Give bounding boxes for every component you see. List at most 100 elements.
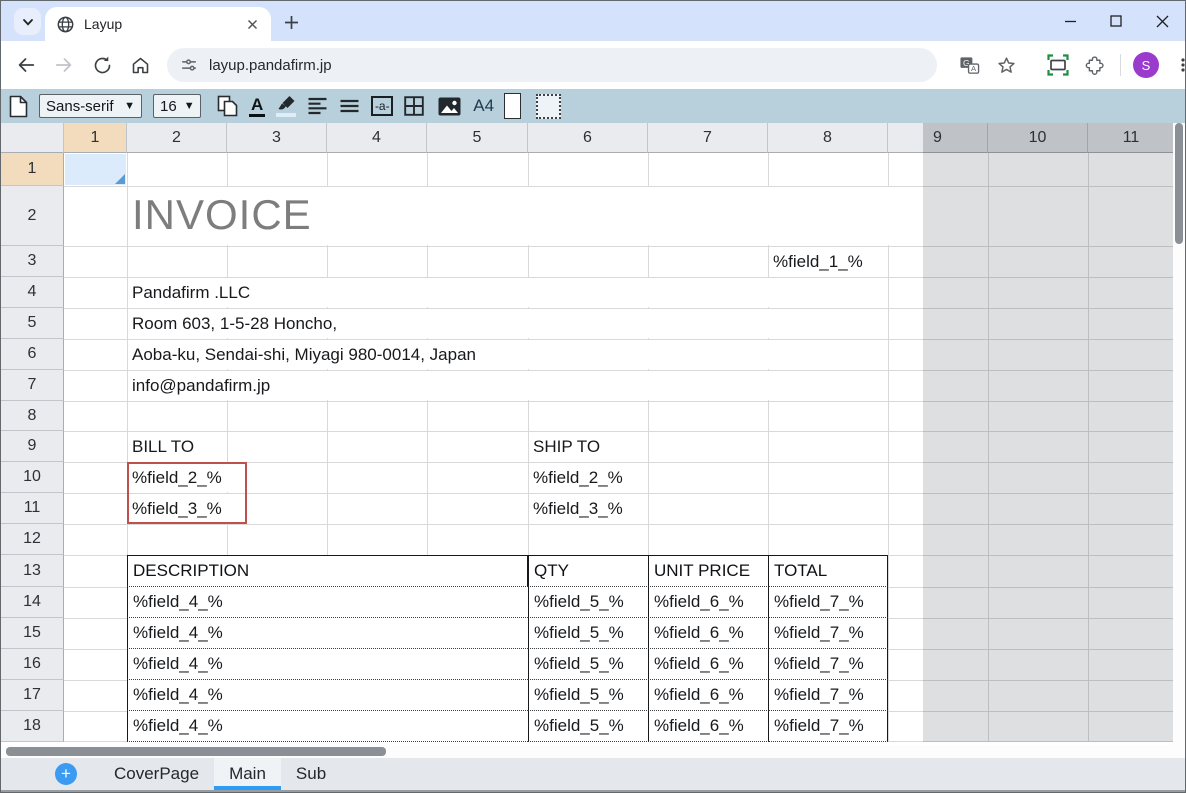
extensions-button[interactable] [1082,52,1108,78]
row-header-10[interactable]: 10 [1,462,64,493]
text-fit-button[interactable]: -a- [371,96,393,116]
line-unit-price-cell[interactable]: %field_6_% [648,680,769,711]
font-family-select[interactable]: Sans-serif ▼ [39,94,142,118]
borders-button[interactable] [404,96,424,116]
vertical-scrollbar[interactable] [1173,123,1185,745]
col-header-7[interactable]: 7 [648,123,768,153]
tab-close-button[interactable] [243,15,261,33]
row-header-7[interactable]: 7 [1,370,64,401]
address-bar[interactable]: layup.pandafirm.jp [167,48,937,82]
line-total-cell[interactable]: %field_7_% [768,649,888,680]
col-header-2[interactable]: 2 [127,123,227,153]
reload-button[interactable] [89,52,115,78]
sheet-tab-coverpage[interactable]: CoverPage [99,758,214,790]
ship-field-3-cell[interactable]: %field_3_% [529,494,647,523]
home-button[interactable] [127,52,153,78]
corner-cell[interactable] [1,123,64,153]
horizontal-scrollbar[interactable] [1,745,1185,758]
print-area-button[interactable] [536,94,561,119]
font-size-select[interactable]: 16 ▼ [153,94,201,118]
url-text[interactable]: layup.pandafirm.jp [209,57,332,74]
email-cell[interactable]: info@pandafirm.jp [128,371,886,400]
table-header-total[interactable]: TOTAL [768,555,888,587]
cell-handle-icon[interactable] [115,174,125,184]
row-header-17[interactable]: 17 [1,680,64,711]
row-header-12[interactable]: 12 [1,524,64,555]
browser-menu-button[interactable] [1170,52,1186,78]
row-header-15[interactable]: 15 [1,618,64,649]
row-header-11[interactable]: 11 [1,493,64,524]
col-header-3[interactable]: 3 [227,123,327,153]
new-tab-button[interactable] [279,10,303,34]
line-description-cell[interactable]: %field_4_% [127,587,528,618]
vertical-align-button[interactable] [339,99,360,113]
col-header-5[interactable]: 5 [427,123,528,153]
align-button[interactable] [307,97,328,115]
translate-button[interactable]: G A [956,52,982,78]
row-header-13[interactable]: 13 [1,555,64,587]
back-button[interactable] [13,52,39,78]
copy-format-button[interactable] [217,95,238,117]
new-page-button[interactable] [9,95,28,118]
close-window-button[interactable] [1139,1,1185,41]
table-header-qty[interactable]: QTY [528,555,649,587]
address-line2-cell[interactable]: Aoba-ku, Sendai-shi, Miyagi 980-0014, Ja… [128,340,886,369]
line-description-cell[interactable]: %field_4_% [127,618,528,649]
line-unit-price-cell[interactable]: %field_6_% [648,649,769,680]
line-description-cell[interactable]: %field_4_% [127,711,528,742]
sheet-tab-main[interactable]: Main [214,758,281,790]
sheet-tab-sub[interactable]: Sub [281,758,341,790]
ship-to-label-cell[interactable]: SHIP TO [529,432,647,461]
profile-avatar[interactable]: S [1133,52,1159,78]
line-total-cell[interactable]: %field_7_% [768,680,888,711]
browser-tab[interactable]: Layup [45,7,271,41]
row-header-18[interactable]: 18 [1,711,64,742]
line-qty-cell[interactable]: %field_5_% [528,680,649,711]
insert-image-button[interactable] [438,97,461,116]
row-header-16[interactable]: 16 [1,649,64,680]
line-total-cell[interactable]: %field_7_% [768,711,888,742]
line-unit-price-cell[interactable]: %field_6_% [648,587,769,618]
table-header-description[interactable]: DESCRIPTION [127,555,528,587]
col-header-6[interactable]: 6 [528,123,648,153]
line-qty-cell[interactable]: %field_5_% [528,587,649,618]
screenshot-extension-button[interactable] [1045,52,1071,78]
page-orientation-button[interactable] [504,93,521,119]
address-line1-cell[interactable]: Room 603, 1-5-28 Honcho, [128,309,886,338]
forward-button[interactable] [51,52,77,78]
vertical-scrollbar-thumb[interactable] [1175,123,1183,244]
fill-color-button[interactable] [276,95,296,117]
paper-size-label[interactable]: A4 [473,96,494,116]
line-description-cell[interactable]: %field_4_% [127,680,528,711]
company-name-cell[interactable]: Pandafirm .LLC [128,278,886,307]
tab-search-button[interactable] [14,8,41,35]
line-qty-cell[interactable]: %field_5_% [528,649,649,680]
add-sheet-button[interactable]: + [55,763,77,785]
line-qty-cell[interactable]: %field_5_% [528,711,649,742]
field-selection-box[interactable] [127,462,247,524]
line-total-cell[interactable]: %field_7_% [768,618,888,649]
row-header-5[interactable]: 5 [1,308,64,339]
ship-field-2-cell[interactable]: %field_2_% [529,463,647,492]
row-header-14[interactable]: 14 [1,587,64,618]
col-header-1[interactable]: 1 [64,123,127,153]
col-header-8[interactable]: 8 [768,123,888,153]
line-unit-price-cell[interactable]: %field_6_% [648,618,769,649]
bill-to-label-cell[interactable]: BILL TO [128,432,226,461]
col-header-4[interactable]: 4 [327,123,427,153]
line-total-cell[interactable]: %field_7_% [768,587,888,618]
horizontal-scrollbar-thumb[interactable] [6,747,386,756]
row-header-6[interactable]: 6 [1,339,64,370]
line-description-cell[interactable]: %field_4_% [127,649,528,680]
minimize-button[interactable] [1047,1,1093,41]
row-header-3[interactable]: 3 [1,246,64,277]
table-header-unit-price[interactable]: UNIT PRICE [648,555,769,587]
row-header-2[interactable]: 2 [1,186,64,246]
line-qty-cell[interactable]: %field_5_% [528,618,649,649]
invoice-title-cell[interactable]: INVOICE [128,187,890,245]
line-unit-price-cell[interactable]: %field_6_% [648,711,769,742]
bookmark-button[interactable] [993,52,1019,78]
selected-cell[interactable] [65,154,126,185]
row-header-1[interactable]: 1 [1,153,64,186]
maximize-button[interactable] [1093,1,1139,41]
